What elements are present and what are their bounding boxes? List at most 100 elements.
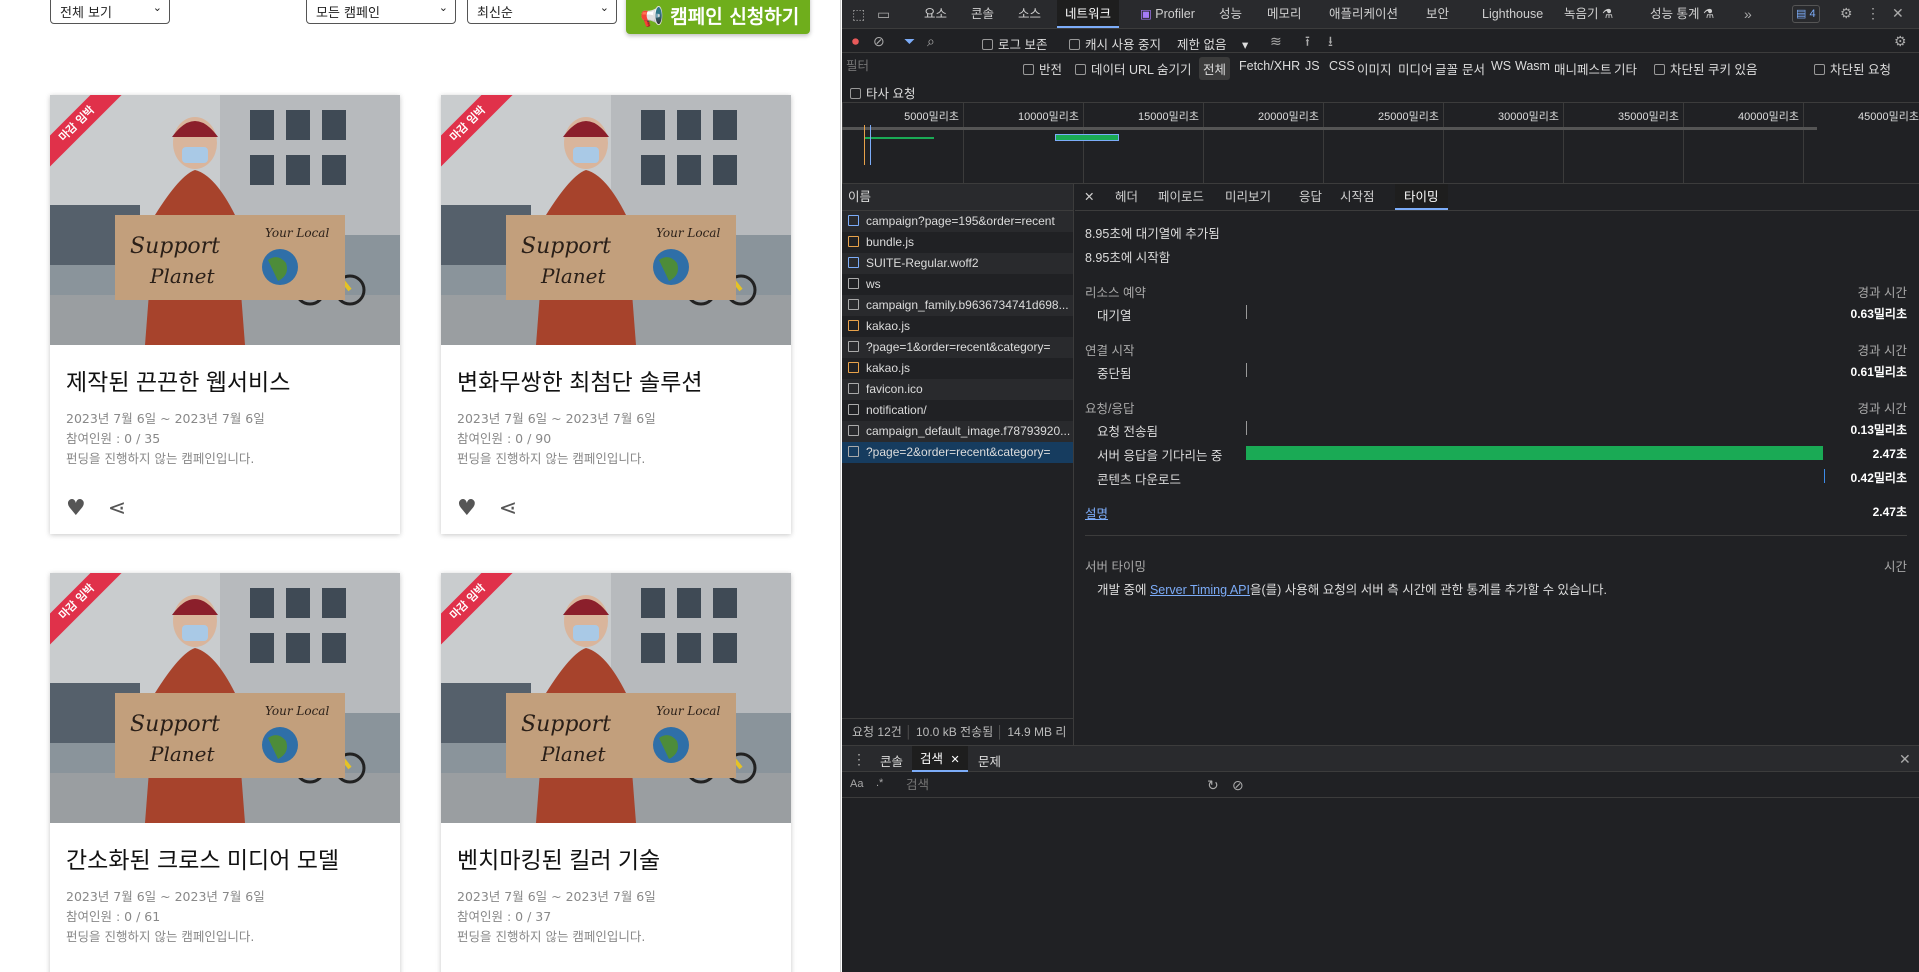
drawer-tab-console[interactable]: 콘솔 <box>880 751 903 770</box>
hide-data-urls-checkbox[interactable]: 데이터 URL 숨기기 <box>1075 59 1192 78</box>
record-stop-icon[interactable]: ⏺ <box>852 33 859 49</box>
filter-icon[interactable]: ⏷ <box>904 33 915 49</box>
tab-response[interactable]: 응답 <box>1299 184 1322 210</box>
filter-type-css[interactable]: CSS <box>1329 59 1355 73</box>
issues-badge[interactable]: ▤ 4 <box>1792 5 1820 23</box>
network-overview-timeline[interactable]: 5000밀리초 10000밀리초 15000밀리초 20000밀리초 25000… <box>842 103 1919 184</box>
name-column-header[interactable]: 이름 <box>842 184 1073 211</box>
close-icon[interactable]: ✕ <box>951 754 960 766</box>
campaign-title[interactable]: 제작된 끈끈한 웹서비스 <box>66 363 400 397</box>
campaign-title[interactable]: 벤치마킹된 킬러 기술 <box>457 841 791 875</box>
timeline-tick: 30000밀리초 <box>1443 103 1563 183</box>
search-input[interactable] <box>900 776 1180 794</box>
request-row[interactable]: favicon.ico <box>842 379 1073 400</box>
drawer-tab-issues[interactable]: 문제 <box>978 751 1001 770</box>
filter-type-ws[interactable]: WS <box>1491 59 1511 73</box>
request-row[interactable]: kakao.js <box>842 316 1073 337</box>
sort-select[interactable]: 최신순 ⌄ <box>467 0 617 24</box>
tab-preview[interactable]: 미리보기 <box>1225 184 1271 210</box>
campaign-title[interactable]: 변화무쌍한 최첨단 솔루션 <box>457 363 791 397</box>
tab-performance[interactable]: 성능 <box>1219 0 1242 28</box>
request-row[interactable]: campaign_family.b9636734741d698... <box>842 295 1073 316</box>
more-tabs-icon[interactable]: » <box>1744 6 1752 22</box>
close-detail-icon[interactable]: ✕ <box>1084 184 1094 210</box>
filter-input[interactable] <box>846 57 986 75</box>
export-har-icon[interactable]: ⭳ <box>1328 33 1333 49</box>
filter-type-fetch[interactable]: Fetch/XHR <box>1239 59 1300 73</box>
drawer-menu-icon[interactable]: ⋮ <box>852 751 866 767</box>
request-row[interactable]: campaign?page=195&order=recent <box>842 211 1073 232</box>
kebab-menu-icon[interactable]: ⋮ <box>1866 5 1880 21</box>
invert-checkbox[interactable]: 반전 <box>1023 59 1062 78</box>
view-filter-select[interactable]: 전체 보기 ⌄ <box>50 0 170 24</box>
request-row[interactable]: ws <box>842 274 1073 295</box>
share-icon[interactable]: ⋖ <box>499 498 517 520</box>
drawer-tab-search[interactable]: 검색 ✕ <box>912 746 968 772</box>
network-settings-icon[interactable]: ⚙ <box>1894 33 1907 49</box>
preserve-log-checkbox[interactable]: 로그 보존 <box>982 34 1047 53</box>
blocked-cookies-checkbox[interactable]: 차단된 쿠키 있음 <box>1654 59 1757 78</box>
inspect-icon[interactable]: ⬚ <box>852 6 865 22</box>
filter-type-manifest[interactable]: 매니페스트 <box>1554 59 1612 78</box>
tab-network[interactable]: 네트워크 <box>1057 0 1120 28</box>
request-row[interactable]: campaign_default_image.f78793920... <box>842 421 1073 442</box>
throttle-select[interactable]: 제한 없음 ▾ <box>1177 34 1248 53</box>
request-row[interactable]: bundle.js <box>842 232 1073 253</box>
tab-sources[interactable]: 소스 <box>1018 0 1041 28</box>
close-drawer-icon[interactable]: ✕ <box>1899 751 1911 767</box>
campaign-filter-select[interactable]: 모든 캠페인 ⌄ <box>306 0 456 24</box>
tab-memory[interactable]: 메모리 <box>1267 0 1302 28</box>
filter-type-wasm[interactable]: Wasm <box>1515 59 1550 73</box>
tab-payload[interactable]: 페이로드 <box>1158 184 1204 210</box>
campaign-title[interactable]: 간소화된 크로스 미디어 모델 <box>66 841 400 875</box>
disable-cache-checkbox[interactable]: 캐시 사용 중지 <box>1069 34 1161 53</box>
request-row[interactable]: notification/ <box>842 400 1073 421</box>
create-campaign-button[interactable]: 📢 캠페인 신청하기 <box>626 0 810 34</box>
gear-icon[interactable]: ⚙ <box>1840 5 1853 21</box>
filter-type-media[interactable]: 미디어 <box>1398 59 1433 78</box>
request-row[interactable]: ?page=1&order=recent&category= <box>842 337 1073 358</box>
request-row[interactable]: SUITE-Regular.woff2 <box>842 253 1073 274</box>
filter-type-doc[interactable]: 문서 <box>1462 59 1485 78</box>
regex-toggle[interactable]: .* <box>876 777 883 789</box>
tab-performance-insights[interactable]: 성능 통계 ⚗ <box>1650 0 1714 28</box>
campaign-card[interactable]: Support Planet Your Local 마감 임박 간소화된 크로스 미디… <box>50 573 400 972</box>
tab-headers[interactable]: 헤더 <box>1115 184 1138 210</box>
filter-type-other[interactable]: 기타 <box>1614 59 1637 78</box>
clear-search-icon[interactable]: ⊘ <box>1232 777 1244 793</box>
heart-icon[interactable]: ♥ <box>457 498 477 520</box>
wifi-settings-icon[interactable]: ≋ <box>1270 33 1282 49</box>
waiting-label: 서버 응답을 기다리는 중 <box>1097 449 1223 463</box>
tab-console[interactable]: 콘솔 <box>971 0 994 28</box>
filter-type-all[interactable]: 전체 <box>1199 57 1231 80</box>
blocked-requests-checkbox[interactable]: 차단된 요청 <box>1814 59 1891 78</box>
match-case-toggle[interactable]: Aa <box>850 778 863 790</box>
campaign-card[interactable]: Support Planet Your Local 마감 임박 벤치마킹된 킬러 기술… <box>441 573 791 972</box>
filter-type-js[interactable]: JS <box>1305 59 1320 73</box>
tab-profiler[interactable]: ▣ Profiler <box>1140 0 1195 28</box>
campaign-card[interactable]: Support Planet Your Local 마감 임박 제작된 끈끈한 웹서비… <box>50 95 400 534</box>
import-har-icon[interactable]: ⭱ <box>1305 33 1310 49</box>
filter-type-img[interactable]: 이미지 <box>1357 59 1392 78</box>
request-row[interactable]: ?page=2&order=recent&category= <box>842 442 1073 463</box>
tab-application[interactable]: 애플리케이션 <box>1329 0 1398 28</box>
campaign-card[interactable]: Support Planet Your Local 마감 임박 변화무쌍한 최첨단 솔… <box>441 95 791 534</box>
request-row[interactable]: kakao.js <box>842 358 1073 379</box>
refresh-icon[interactable]: ↻ <box>1207 777 1219 793</box>
device-toolbar-icon[interactable]: ▭ <box>877 6 890 22</box>
tab-elements[interactable]: 요소 <box>924 0 947 28</box>
server-timing-api-link[interactable]: Server Timing API <box>1150 583 1250 597</box>
tab-recorder[interactable]: 녹음기 ⚗ <box>1564 0 1613 28</box>
share-icon[interactable]: ⋖ <box>108 498 126 520</box>
tab-lighthouse[interactable]: Lighthouse <box>1482 0 1543 28</box>
third-party-checkbox[interactable]: 타사 요청 <box>850 83 915 102</box>
explanation-link[interactable]: 설명 <box>1085 503 1108 522</box>
search-icon[interactable]: ⌕ <box>927 33 935 49</box>
tab-initiator[interactable]: 시작점 <box>1340 184 1375 210</box>
filter-type-font[interactable]: 글꼴 <box>1435 59 1458 78</box>
close-icon[interactable]: ✕ <box>1892 5 1904 21</box>
heart-icon[interactable]: ♥ <box>66 498 86 520</box>
clear-icon[interactable]: ⊘ <box>873 33 885 49</box>
tab-timing[interactable]: 타이밍 <box>1395 184 1448 210</box>
tab-security[interactable]: 보안 <box>1426 0 1449 28</box>
